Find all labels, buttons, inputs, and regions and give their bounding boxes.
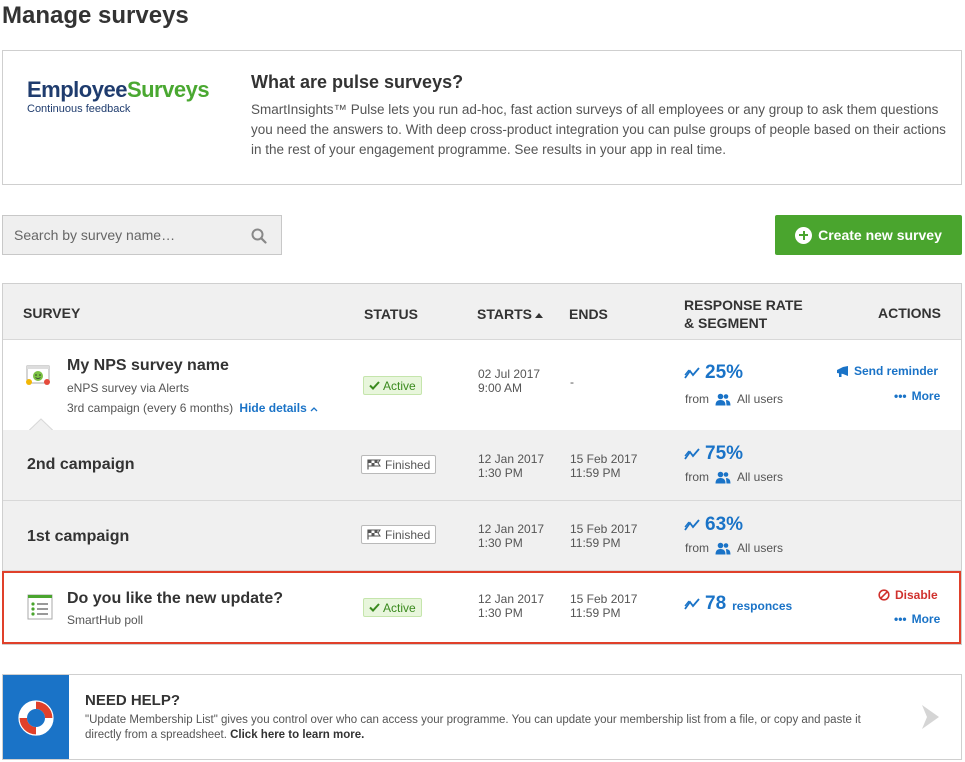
surveys-table: SURVEY STATUS STARTS ENDS RESPONSE RATE … xyxy=(2,283,962,645)
end-date: 15 Feb 2017 11:59 PM xyxy=(570,592,638,620)
page-title: Manage surveys xyxy=(2,2,189,29)
sort-ascending-icon xyxy=(534,312,543,318)
more-button[interactable]: ••• More xyxy=(894,389,940,403)
chevron-up-icon xyxy=(310,407,318,412)
segment: from All users xyxy=(685,470,784,484)
table-row: My NPS survey name eNPS survey via Alert… xyxy=(3,340,961,430)
end-date: - xyxy=(570,375,574,389)
trend-icon xyxy=(684,519,700,531)
megaphone-icon xyxy=(837,365,848,377)
search-box[interactable] xyxy=(2,215,282,255)
segment: from All users xyxy=(685,392,784,406)
response-rate: 75% xyxy=(684,443,743,465)
response-rate: 63% xyxy=(684,514,743,536)
send-reminder-button[interactable]: Send reminder xyxy=(836,364,938,378)
header-ends: ENDS xyxy=(569,306,608,322)
lifebuoy-icon xyxy=(18,700,54,736)
disable-button[interactable]: Disable xyxy=(878,588,938,602)
survey-name[interactable]: My NPS survey name xyxy=(67,357,229,375)
help-panel-side xyxy=(3,675,69,759)
help-title: NEED HELP? xyxy=(85,692,181,709)
help-banner[interactable]: NEED HELP? "Update Membership List" give… xyxy=(2,674,962,760)
users-icon xyxy=(715,542,731,554)
table-row: Do you like the new update? SmartHub pol… xyxy=(3,572,961,644)
survey-type: SmartHub poll xyxy=(67,613,144,627)
disable-icon xyxy=(878,589,890,601)
users-icon xyxy=(715,471,731,483)
header-actions: ACTIONS xyxy=(878,305,941,321)
more-dots-icon: ••• xyxy=(894,612,907,626)
table-row: 2nd campaign Finished 12 Jan 2017 1:30 PM… xyxy=(3,430,961,501)
survey-name[interactable]: Do you like the new update? xyxy=(67,590,283,608)
info-text: SmartInsights™ Pulse lets you run ad-hoc… xyxy=(251,102,946,157)
header-starts[interactable]: STARTS xyxy=(477,306,543,322)
status-badge: Active xyxy=(363,376,422,395)
users-icon xyxy=(715,393,731,405)
start-date: 12 Jan 2017 1:30 PM xyxy=(478,522,545,550)
finish-flag-icon xyxy=(367,529,381,540)
table-header: SURVEY STATUS STARTS ENDS RESPONSE RATE … xyxy=(3,284,961,340)
plus-circle-icon xyxy=(795,226,813,244)
finish-flag-icon xyxy=(367,459,381,470)
search-input[interactable] xyxy=(3,216,243,254)
info-title: What are pulse surveys? xyxy=(251,72,464,92)
trend-icon xyxy=(684,448,700,460)
trend-icon xyxy=(684,367,700,379)
header-segment: & SEGMENT xyxy=(684,315,768,331)
help-text: "Update Membership List" gives you contr… xyxy=(85,714,861,741)
chevron-right-icon[interactable] xyxy=(919,703,943,731)
status-badge: Finished xyxy=(361,455,437,474)
search-icon[interactable] xyxy=(251,228,267,244)
more-dots-icon: ••• xyxy=(894,389,907,403)
campaign-info: 3rd campaign (every 6 months) Hide detai… xyxy=(67,401,318,415)
end-date: 15 Feb 2017 11:59 PM xyxy=(570,522,638,550)
survey-type: eNPS survey via Alerts xyxy=(67,381,190,395)
poll-icon xyxy=(27,594,53,620)
create-new-survey-button[interactable]: Create new survey xyxy=(775,215,962,255)
header-survey: SURVEY xyxy=(23,305,81,321)
more-button[interactable]: ••• More xyxy=(894,612,940,626)
learn-more-link[interactable]: Click here to learn more. xyxy=(230,729,364,741)
info-box: EmployeeSurveys Continuous feedback What… xyxy=(2,50,962,185)
end-date: 15 Feb 2017 11:59 PM xyxy=(570,452,638,480)
response-rate: 25% xyxy=(684,362,743,384)
response-count: 78 responces xyxy=(684,593,792,615)
header-response-rate: RESPONSE RATE xyxy=(684,297,803,313)
hide-details-link[interactable]: Hide details xyxy=(239,401,318,415)
table-row: 1st campaign Finished 12 Jan 2017 1:30 PM… xyxy=(3,501,961,571)
segment: from All users xyxy=(685,541,784,555)
status-badge: Finished xyxy=(361,525,437,544)
campaign-name[interactable]: 2nd campaign xyxy=(27,456,135,474)
start-date: 12 Jan 2017 1:30 PM xyxy=(478,592,545,620)
check-icon xyxy=(369,603,380,612)
nps-survey-icon xyxy=(26,365,50,385)
employee-surveys-logo: EmployeeSurveys Continuous feedback xyxy=(27,77,210,115)
campaign-name[interactable]: 1st campaign xyxy=(27,528,129,546)
start-date: 02 Jul 2017 9:00 AM xyxy=(478,367,541,395)
trend-icon xyxy=(684,598,700,610)
start-date: 12 Jan 2017 1:30 PM xyxy=(478,452,545,480)
header-status: STATUS xyxy=(364,306,418,322)
status-badge: Active xyxy=(363,598,422,617)
check-icon xyxy=(369,381,380,390)
